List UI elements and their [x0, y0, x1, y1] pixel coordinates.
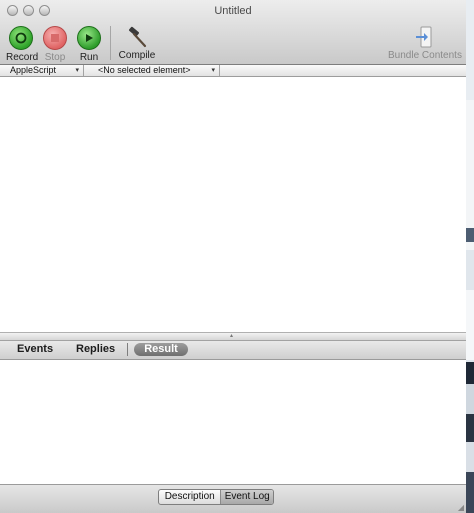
play-icon — [77, 26, 101, 50]
stop-icon — [43, 26, 67, 50]
element-popup[interactable]: <No selected element> ▾ — [84, 65, 220, 76]
compile-button[interactable]: Compile — [116, 26, 158, 61]
description-tab[interactable]: Description — [159, 490, 222, 504]
strip-segment — [466, 472, 474, 513]
strip-segment — [466, 384, 474, 414]
tab-replies[interactable]: Replies — [76, 343, 115, 355]
tab-events[interactable]: Events — [17, 343, 53, 355]
background-window-strip — [466, 0, 474, 513]
language-label: AppleScript — [10, 65, 57, 75]
language-popup[interactable]: AppleScript ▾ — [0, 65, 84, 76]
run-label: Run — [79, 52, 99, 63]
stop-label: Stop — [44, 52, 66, 63]
tab-result[interactable]: Result — [134, 343, 188, 356]
result-text-area[interactable] — [0, 360, 466, 484]
script-editor-text-area[interactable] — [0, 77, 466, 333]
record-label: Record — [6, 52, 39, 63]
strip-segment — [466, 414, 474, 442]
divider-grip-icon: ▴ — [230, 333, 234, 339]
record-icon — [9, 26, 33, 50]
strip-segment — [466, 250, 474, 290]
strip-segment — [466, 290, 474, 360]
event-log-tab[interactable]: Event Log — [221, 490, 273, 504]
window-title: Untitled — [214, 5, 252, 17]
resize-grip-icon[interactable]: ◢ — [458, 504, 464, 512]
view-segmented-control: Description Event Log — [158, 489, 274, 505]
run-button[interactable]: Run — [76, 26, 102, 63]
chevron-down-icon: ▾ — [75, 67, 79, 74]
bundle-icon — [413, 26, 435, 48]
log-tab-bar: Events Replies Result — [0, 341, 466, 360]
strip-segment — [466, 362, 474, 384]
toolbar-separator — [110, 26, 111, 60]
bottom-bar: Description Event Log ◢ — [0, 484, 466, 513]
record-button[interactable]: Record — [6, 26, 39, 63]
hammer-icon — [126, 26, 148, 48]
stop-button[interactable]: Stop — [42, 26, 68, 63]
tab-separator — [127, 343, 128, 356]
strip-segment — [466, 228, 474, 242]
chevron-down-icon: ▾ — [211, 67, 215, 74]
strip-segment — [466, 442, 474, 472]
bundle-contents-label: Bundle Contents — [388, 50, 462, 61]
script-editor-window: Untitled Record Stop Run Compile Bundle … — [0, 0, 467, 513]
bundle-contents-button[interactable]: Bundle Contents — [388, 26, 462, 61]
navigation-bar: AppleScript ▾ <No selected element> ▾ — [0, 65, 466, 77]
title-toolbar: Untitled Record Stop Run Compile Bundle … — [0, 0, 466, 65]
compile-label: Compile — [118, 50, 156, 61]
element-label: <No selected element> — [98, 65, 191, 75]
strip-segment — [466, 0, 474, 100]
